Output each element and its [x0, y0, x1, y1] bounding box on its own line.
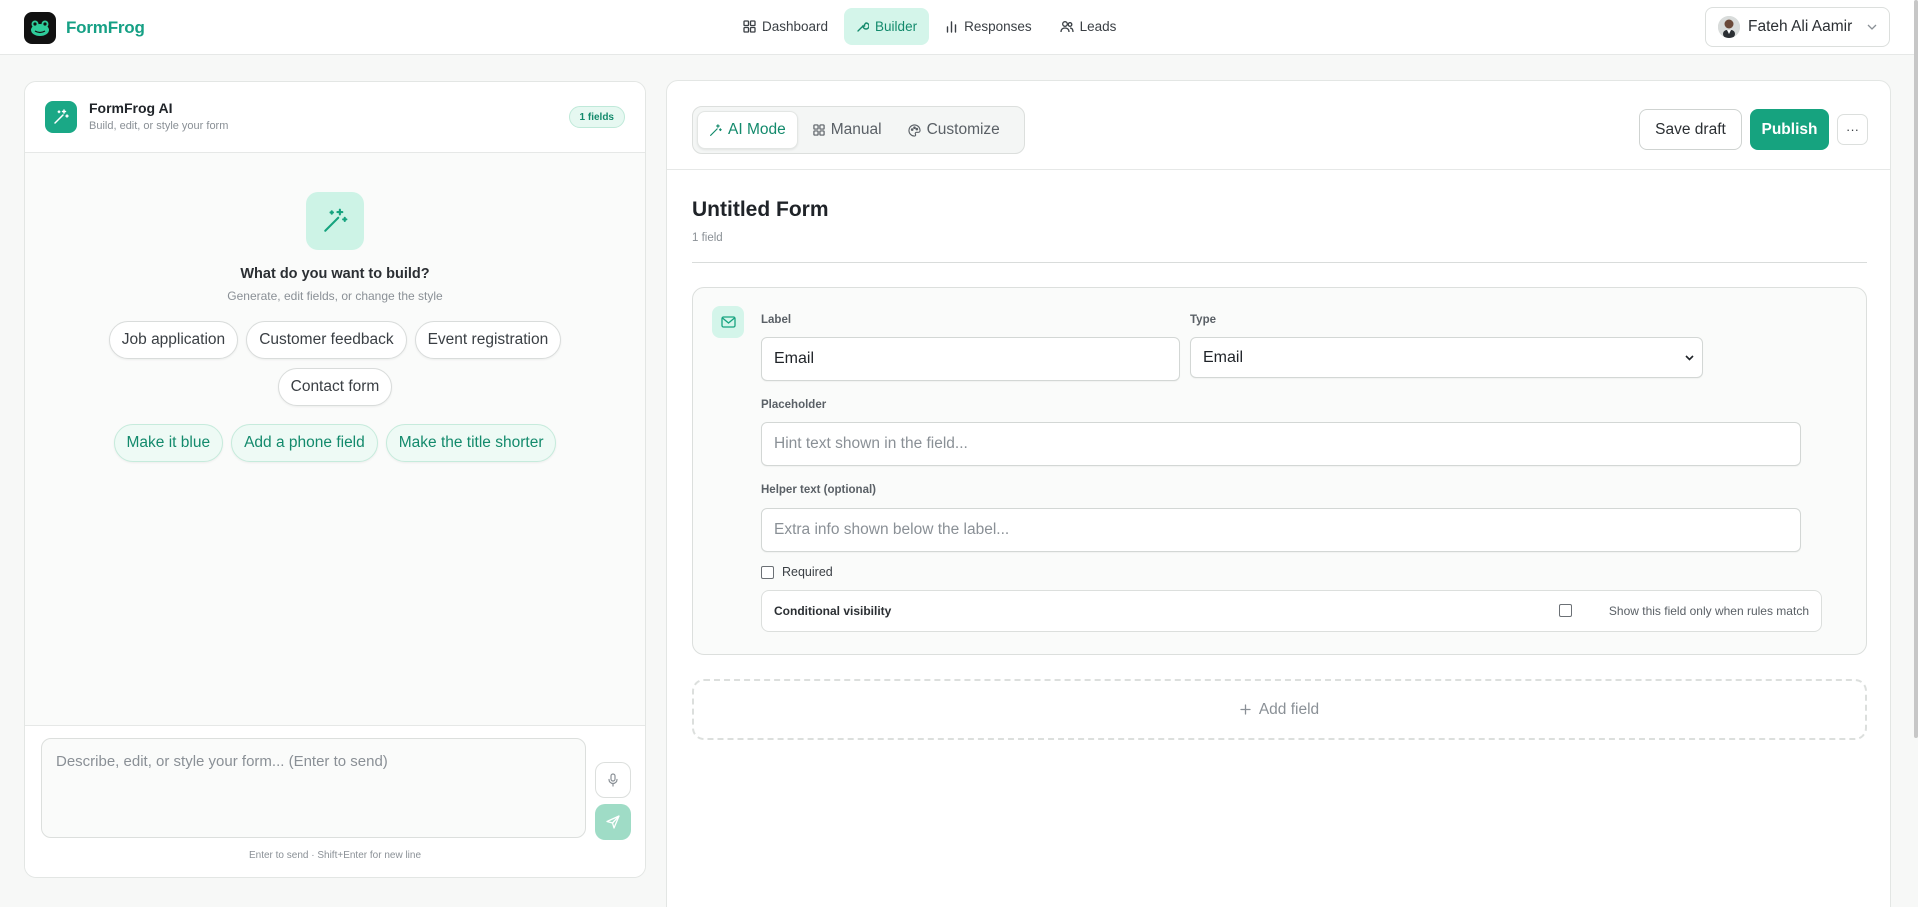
form-field-count: 1 field — [692, 232, 723, 244]
prompt-input[interactable]: Describe, edit, or style your form... (E… — [41, 738, 586, 838]
add-field-button[interactable]: Add field — [692, 679, 1867, 740]
nav-item-label: Builder — [875, 19, 918, 34]
ai-panel: FormFrog AI Build, edit, or style your f… — [24, 81, 646, 878]
user-menu[interactable]: Fateh Ali Aamir — [1705, 7, 1890, 47]
conditional-visibility-checkbox[interactable] — [1559, 604, 1572, 617]
fields-count-badge: 1 fields — [568, 106, 625, 128]
label-caption: Label — [761, 314, 792, 326]
users-icon — [1059, 20, 1074, 33]
ai-question: What do you want to build? — [240, 266, 430, 282]
plus-icon — [1240, 704, 1251, 715]
composer-hint: Enter to send · Shift+Enter for new line — [248, 850, 422, 861]
tab-label: AI Mode — [728, 121, 786, 138]
magic-wand-icon — [709, 123, 722, 137]
suggestion-chip-shorter-title[interactable]: Make the title shorter — [385, 424, 557, 462]
nav-item-dashboard[interactable]: Dashboard — [731, 8, 840, 45]
tab-label: Customize — [926, 121, 1000, 138]
palette-icon — [908, 123, 921, 137]
tab-manual[interactable]: Manual — [802, 111, 893, 149]
type-select[interactable]: Email — [1190, 337, 1703, 378]
required-label: Required — [782, 565, 833, 579]
user-name: Fateh Ali Aamir — [1748, 18, 1853, 35]
form-title[interactable]: Untitled Form — [692, 198, 829, 222]
suggestion-chip-make-blue[interactable]: Make it blue — [113, 424, 224, 462]
ai-panel-subtitle: Build, edit, or style your form — [89, 120, 229, 132]
mode-switcher: AI Mode Manual Customize — [692, 106, 1025, 154]
label-input[interactable]: Email — [761, 337, 1180, 381]
conditional-visibility-label: Conditional visibility — [774, 604, 892, 618]
placeholder-caption: Placeholder — [761, 399, 827, 411]
conditional-rule-label: Show this field only when rules match — [1608, 604, 1809, 618]
suggestion-chip-add-phone[interactable]: Add a phone field — [231, 424, 378, 462]
nav-item-label: Leads — [1079, 19, 1117, 34]
template-chip-job-application[interactable]: Job application — [108, 321, 239, 359]
mail-icon — [712, 306, 744, 338]
main-nav: Dashboard Builder Responses Leads — [731, 8, 1128, 45]
chevron-down-icon — [1685, 355, 1694, 361]
brand[interactable]: FormFrog — [24, 12, 145, 44]
magic-wand-icon — [306, 192, 364, 250]
chevron-down-icon — [1867, 24, 1877, 30]
type-select-value: Email — [1203, 348, 1244, 366]
send-icon — [606, 815, 620, 829]
tab-customize[interactable]: Customize — [897, 111, 1011, 149]
microphone-icon — [607, 773, 619, 787]
add-field-label: Add field — [1258, 700, 1320, 718]
page-scrollbar[interactable] — [1914, 0, 1918, 738]
type-caption: Type — [1190, 314, 1216, 326]
template-chip-contact-form[interactable]: Contact form — [277, 368, 393, 406]
ai-hint: Generate, edit fields, or change the sty… — [227, 289, 443, 303]
bar-chart-icon — [945, 20, 958, 33]
ai-composer: Describe, edit, or style your form... (E… — [25, 725, 645, 877]
tab-label: Manual — [830, 121, 882, 138]
magic-wand-icon — [45, 101, 77, 133]
nav-item-leads[interactable]: Leads — [1048, 8, 1129, 45]
wrench-icon — [856, 20, 870, 33]
helper-caption: Helper text (optional) — [761, 484, 877, 496]
builder-panel: AI Mode Manual Customize Save draft Publ… — [666, 80, 1891, 907]
template-chip-customer-feedback[interactable]: Customer feedback — [246, 321, 407, 359]
mic-button[interactable] — [595, 762, 631, 798]
top-bar: FormFrog Dashboard Builder Responses Lea… — [0, 0, 1918, 55]
send-button[interactable] — [595, 804, 631, 840]
template-chips-row-2: Contact form — [25, 368, 645, 406]
template-chip-event-registration[interactable]: Event registration — [414, 321, 562, 359]
nav-item-label: Dashboard — [762, 19, 829, 34]
publish-button[interactable]: Publish — [1750, 109, 1829, 150]
grid-icon — [813, 124, 825, 136]
ai-panel-header: FormFrog AI Build, edit, or style your f… — [25, 82, 645, 153]
frog-logo-icon — [24, 12, 56, 44]
save-draft-button[interactable]: Save draft — [1639, 109, 1742, 150]
template-chips: Job application Customer feedback Event … — [25, 321, 645, 359]
suggestion-chips: Make it blue Add a phone field Make the … — [25, 424, 645, 462]
tab-ai-mode[interactable]: AI Mode — [697, 111, 798, 149]
nav-item-responses[interactable]: Responses — [933, 8, 1044, 45]
nav-item-label: Responses — [964, 19, 1032, 34]
placeholder-input[interactable]: Hint text shown in the field... — [761, 422, 1801, 466]
field-card-email[interactable]: Label Email Type Email Placeholder Hint … — [692, 287, 1867, 655]
helper-text-input[interactable]: Extra info shown below the label... — [761, 508, 1801, 552]
nav-item-builder[interactable]: Builder — [844, 8, 930, 45]
divider — [667, 169, 1890, 170]
ai-panel-title: FormFrog AI — [89, 100, 173, 116]
brand-name: FormFrog — [66, 18, 145, 37]
conditional-visibility: Conditional visibility Show this field o… — [761, 590, 1822, 632]
divider — [692, 262, 1867, 263]
more-options-button[interactable]: ··· — [1837, 114, 1868, 145]
required-checkbox[interactable] — [761, 566, 774, 579]
avatar — [1718, 16, 1740, 38]
grid-icon — [743, 20, 756, 33]
